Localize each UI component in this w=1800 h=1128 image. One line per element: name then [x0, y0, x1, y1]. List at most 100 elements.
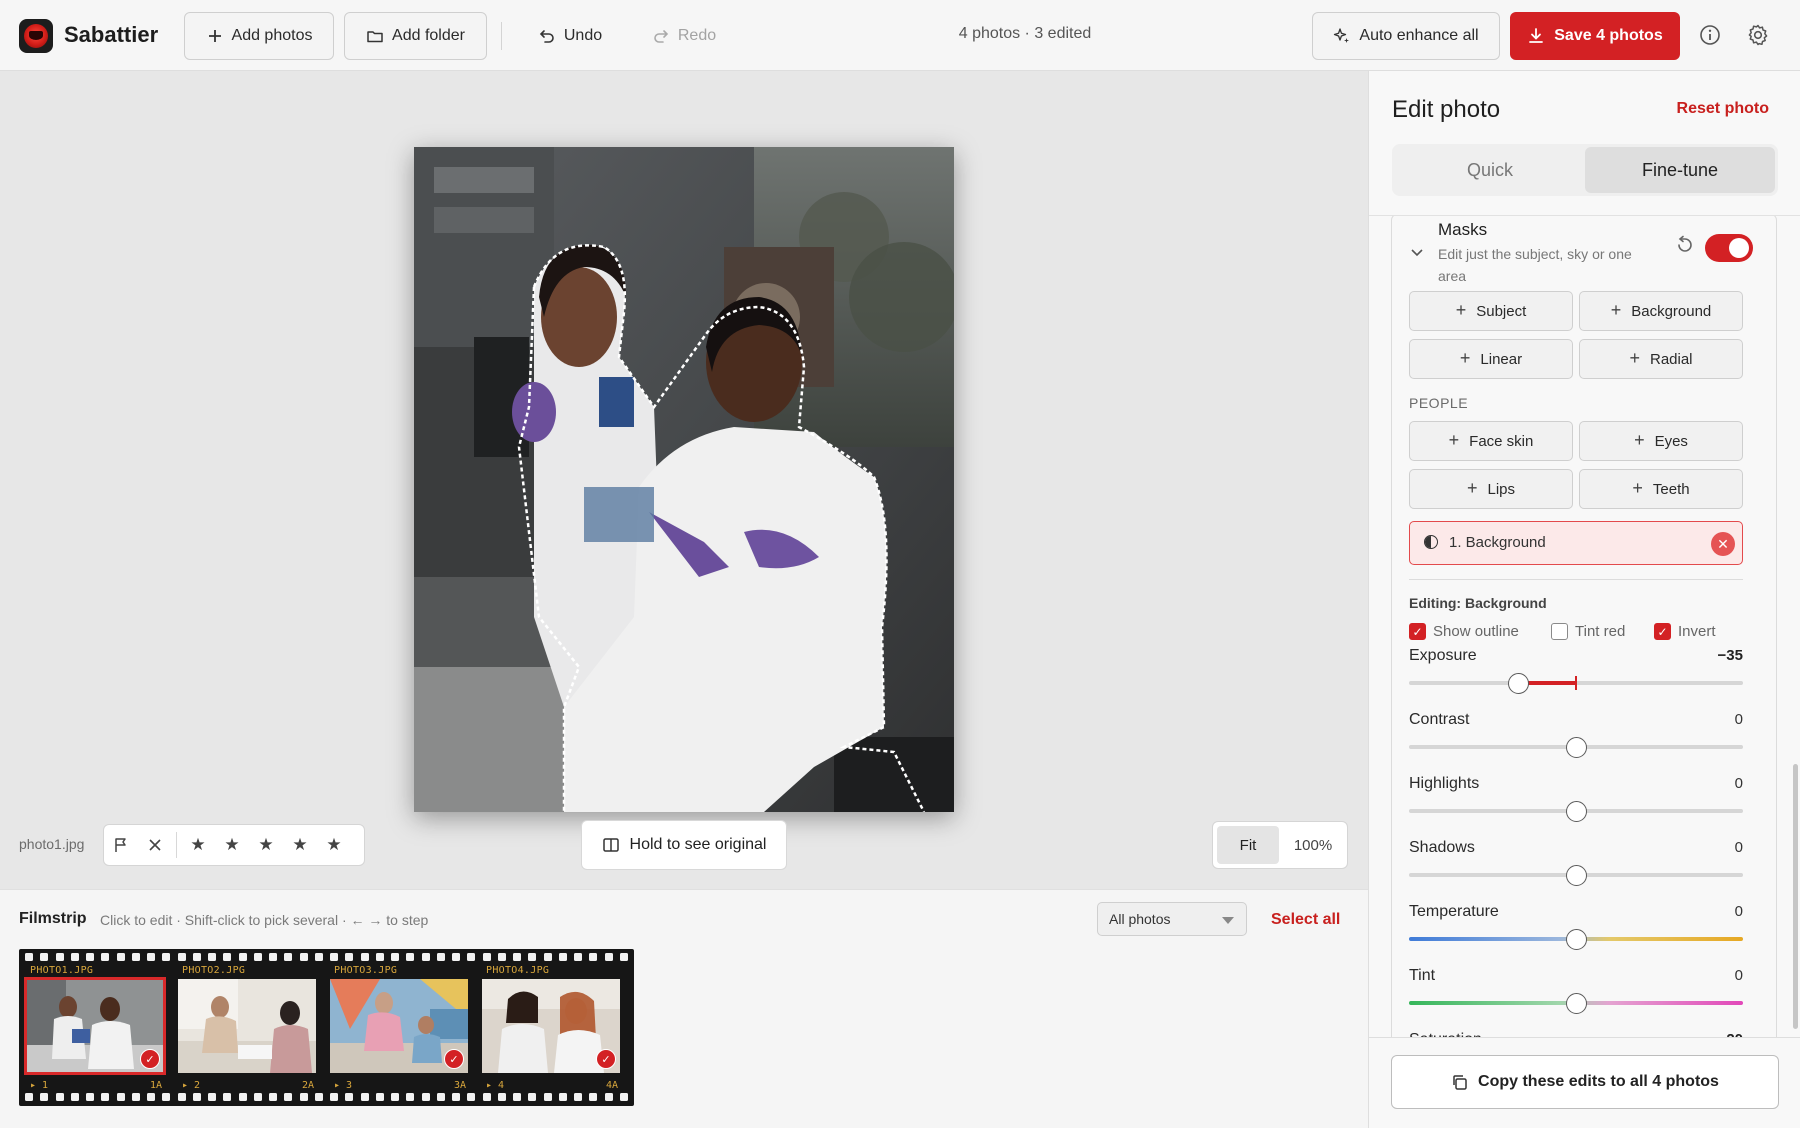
- sprocket-hole: [467, 1093, 476, 1101]
- exposure-slider[interactable]: Exposure −35: [1409, 647, 1743, 697]
- sprocket-hole: [284, 1093, 293, 1101]
- flag-icon[interactable]: [104, 825, 138, 865]
- sprocket-hole: [192, 953, 201, 961]
- edit-panel: Edit photo Reset photo Quick Fine-tune M…: [1368, 71, 1800, 1128]
- star-3-button[interactable]: ★: [249, 825, 283, 865]
- add-teeth-mask-button[interactable]: + Teeth: [1579, 469, 1743, 509]
- sprocket-holes-bottom: [25, 1093, 628, 1103]
- plus-icon: +: [1629, 347, 1640, 368]
- slider-thumb[interactable]: [1566, 801, 1587, 822]
- masks-card: Masks Edit just the subject, sky or one …: [1391, 216, 1777, 1037]
- zoom-fit-button[interactable]: Fit: [1217, 826, 1279, 864]
- slider-thumb[interactable]: [1566, 865, 1587, 886]
- add-linear-mask-button[interactable]: + Linear: [1409, 339, 1573, 379]
- frame-label: PHOTO4.JPG: [486, 965, 550, 976]
- slider-thumb[interactable]: [1566, 993, 1587, 1014]
- photo-filter-select[interactable]: All photos: [1097, 902, 1247, 936]
- star-4-button[interactable]: ★: [283, 825, 317, 865]
- save-photos-button[interactable]: Save 4 photos: [1510, 12, 1680, 60]
- slider-thumb[interactable]: [1507, 673, 1529, 694]
- film-frame-4[interactable]: PHOTO4.JPG ✓ ▸ 4 4A: [478, 965, 624, 1091]
- film-frame-1[interactable]: PHOTO1.JPG ✓ ▸ 1 1A: [22, 965, 168, 1091]
- frame-number: ▸ 3: [334, 1080, 353, 1091]
- plus-icon: +: [1632, 477, 1643, 498]
- chevron-down-icon[interactable]: [1410, 245, 1424, 261]
- reset-masks-icon[interactable]: [1675, 235, 1695, 260]
- add-face-skin-mask-button[interactable]: + Face skin: [1409, 421, 1573, 461]
- auto-enhance-button[interactable]: Auto enhance all: [1312, 12, 1500, 60]
- star-2-button[interactable]: ★: [215, 825, 249, 865]
- sprocket-hole: [345, 1093, 354, 1101]
- highlights-slider[interactable]: Highlights 0: [1409, 775, 1743, 825]
- select-all-button[interactable]: Select all: [1271, 911, 1340, 929]
- sprocket-hole: [589, 1093, 598, 1101]
- active-mask-item[interactable]: 1. Background ✕: [1409, 521, 1743, 565]
- sprocket-hole: [345, 953, 354, 961]
- undo-button[interactable]: Undo: [522, 12, 618, 60]
- sprocket-hole: [70, 953, 79, 961]
- slider-thumb[interactable]: [1566, 929, 1587, 950]
- star-5-button[interactable]: ★: [317, 825, 351, 865]
- copy-edits-to-all-button[interactable]: Copy these edits to all 4 photos: [1391, 1055, 1779, 1109]
- slider-value: 0: [1734, 967, 1743, 984]
- temperature-slider[interactable]: Temperature 0: [1409, 903, 1743, 953]
- sprocket-hole: [467, 953, 476, 961]
- contrast-slider[interactable]: Contrast 0: [1409, 711, 1743, 761]
- frame-label: PHOTO3.JPG: [334, 965, 398, 976]
- panel-scroll-area[interactable]: Masks Edit just the subject, sky or one …: [1369, 215, 1800, 1037]
- reject-icon[interactable]: [138, 825, 172, 865]
- plus-icon: +: [1634, 429, 1645, 450]
- sprocket-hole: [543, 1093, 552, 1101]
- undo-icon: [539, 30, 554, 43]
- sprocket-hole: [574, 1093, 582, 1101]
- add-photos-label: Add photos: [231, 27, 313, 44]
- film-frame-2[interactable]: PHOTO2.JPG ▸ 2 2A: [174, 965, 320, 1091]
- add-folder-button[interactable]: Add folder: [344, 12, 487, 60]
- film-frame-3[interactable]: PHOTO3.JPG ✓ ▸ 3 3A: [326, 965, 472, 1091]
- add-subject-mask-button[interactable]: + Subject: [1409, 291, 1573, 331]
- remove-mask-icon[interactable]: ✕: [1711, 532, 1735, 556]
- tint-slider[interactable]: Tint 0: [1409, 967, 1743, 1017]
- tab-fine-tune[interactable]: Fine-tune: [1585, 147, 1775, 193]
- photo-status: 4 photos · 3 edited: [958, 25, 1092, 42]
- info-icon[interactable]: [1697, 22, 1723, 48]
- frame-code: 1A: [149, 1080, 162, 1091]
- add-radial-mask-button[interactable]: + Radial: [1579, 339, 1743, 379]
- plus-icon: +: [1448, 429, 1460, 450]
- add-background-mask-button[interactable]: + Background: [1579, 291, 1743, 331]
- compare-icon: [602, 838, 619, 852]
- masks-toggle[interactable]: [1705, 234, 1753, 262]
- plus-icon: +: [1455, 299, 1467, 320]
- invert-checkbox[interactable]: ✓ Invert: [1654, 623, 1716, 640]
- add-lips-mask-button[interactable]: + Lips: [1409, 469, 1573, 509]
- slider-thumb[interactable]: [1566, 737, 1587, 758]
- sprocket-hole: [528, 953, 537, 961]
- masks-title: Masks: [1438, 220, 1488, 239]
- star-1-button[interactable]: ★: [181, 825, 215, 865]
- save-photos-label: Save 4 photos: [1554, 27, 1663, 44]
- panel-scrollbar[interactable]: [1793, 764, 1798, 1029]
- gear-icon[interactable]: [1745, 22, 1771, 48]
- reset-photo-button[interactable]: Reset photo: [1677, 100, 1769, 118]
- redo-button[interactable]: Redo: [636, 12, 732, 60]
- copy-edits-label: Copy these edits to all 4 photos: [1478, 1073, 1719, 1090]
- sprocket-hole: [574, 953, 582, 961]
- add-eyes-mask-button[interactable]: + Eyes: [1579, 421, 1743, 461]
- add-photos-button[interactable]: Add photos: [184, 12, 334, 60]
- sprocket-hole: [177, 1093, 186, 1101]
- hold-to-see-original-button[interactable]: Hold to see original: [581, 820, 787, 870]
- sprocket-hole: [375, 1093, 384, 1101]
- current-filename: photo1.jpg: [19, 836, 85, 852]
- zoom-100-button[interactable]: 100%: [1283, 826, 1343, 864]
- sprocket-hole: [513, 953, 521, 961]
- main-photo[interactable]: [414, 147, 954, 812]
- sprocket-hole: [269, 1093, 277, 1101]
- sprocket-hole: [70, 1093, 79, 1101]
- sprocket-hole: [299, 1093, 308, 1101]
- shadows-slider[interactable]: Shadows 0: [1409, 839, 1743, 889]
- tint-red-checkbox[interactable]: Tint red: [1551, 623, 1625, 640]
- tab-quick[interactable]: Quick: [1395, 147, 1585, 193]
- show-outline-checkbox[interactable]: ✓ Show outline: [1409, 623, 1519, 640]
- sprocket-hole: [40, 1093, 49, 1101]
- film-strip: PHOTO1.JPG ✓ ▸ 1 1A PHOTO2.JPG ▸ 2 2A PH…: [19, 949, 634, 1106]
